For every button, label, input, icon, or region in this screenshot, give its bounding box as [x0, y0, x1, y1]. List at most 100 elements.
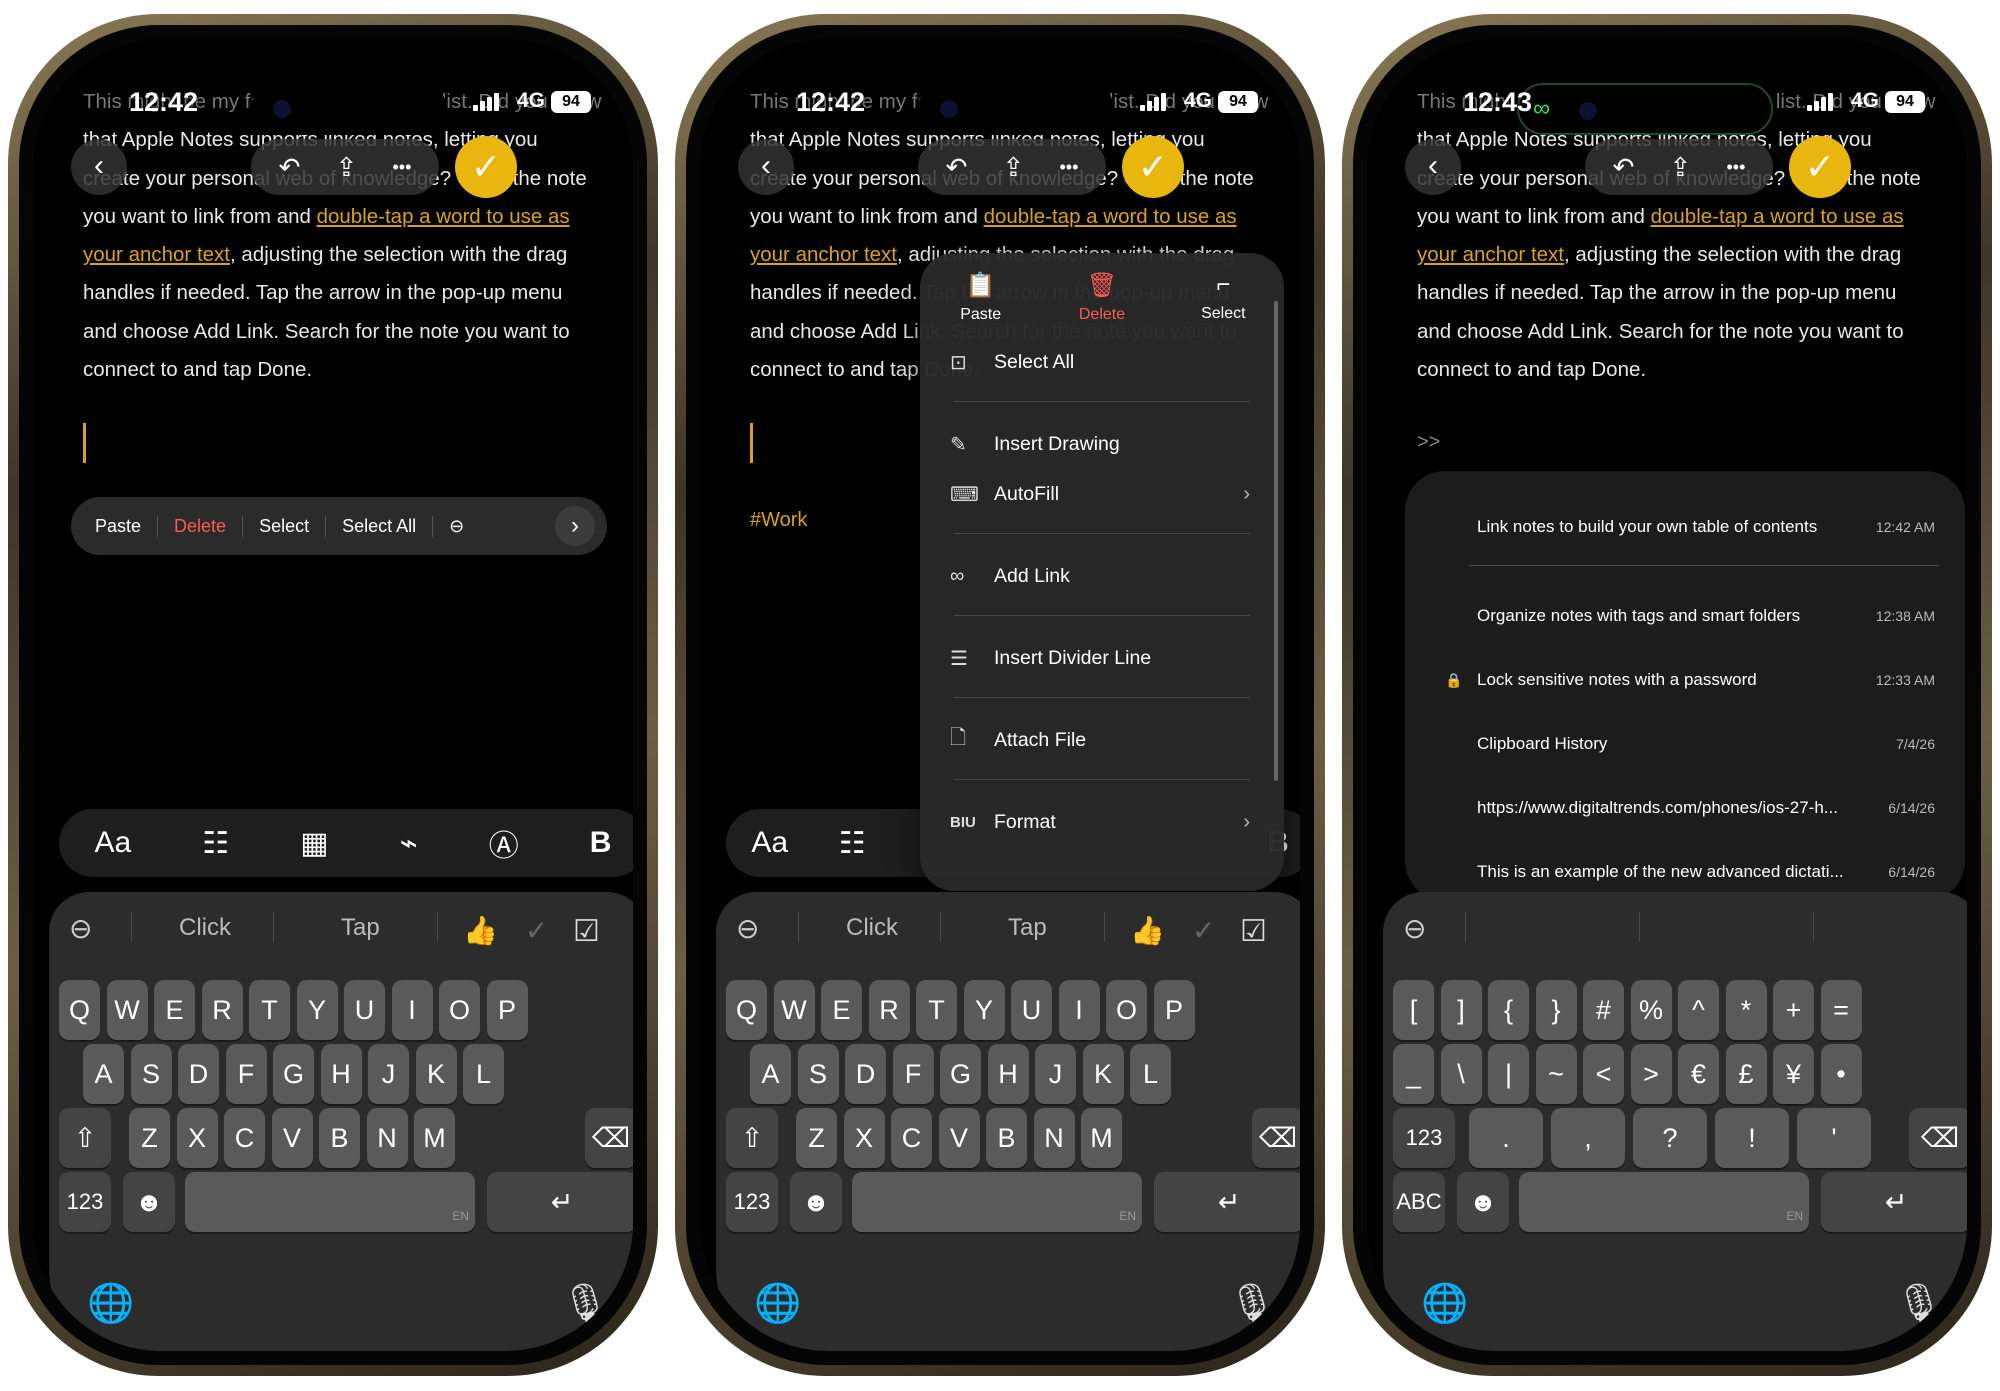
symbol-key[interactable]: }	[1535, 980, 1577, 1040]
key-n[interactable]: N	[366, 1108, 408, 1168]
writing-tools-icon[interactable]: ⊖	[69, 912, 92, 945]
note-tag[interactable]: #Work	[750, 509, 807, 532]
symbol-key[interactable]: ~	[1535, 1044, 1577, 1104]
microphone-icon[interactable]: 🎙	[561, 1282, 609, 1326]
more-icon[interactable]: •••	[1726, 157, 1745, 178]
key-u[interactable]: U	[344, 980, 385, 1040]
checklist-icon[interactable]: ☷	[202, 826, 229, 861]
globe-icon[interactable]: 🌐	[1421, 1282, 1468, 1326]
paste-button[interactable]: 📋 Paste	[931, 271, 1031, 324]
done-button[interactable]: ✓	[455, 136, 517, 198]
note-link-text[interactable]: your anchor text	[1417, 243, 1564, 266]
note-link-text[interactable]: your anchor text	[750, 243, 897, 266]
back-button[interactable]: ‹	[71, 139, 127, 195]
key-s[interactable]: S	[130, 1044, 172, 1104]
done-button[interactable]: ✓	[1122, 136, 1184, 198]
symbol-key[interactable]: \	[1440, 1044, 1482, 1104]
key-c[interactable]: C	[224, 1108, 265, 1168]
prediction-word[interactable]: Click	[179, 914, 231, 942]
more-icon[interactable]: •••	[1059, 157, 1078, 178]
menu-scrollbar[interactable]	[1274, 301, 1278, 781]
key-q[interactable]: Q	[726, 980, 767, 1040]
key-w[interactable]: W	[106, 980, 148, 1040]
share-icon[interactable]: ⇪	[1003, 152, 1025, 183]
key-m[interactable]: M	[414, 1108, 455, 1168]
attachment-icon[interactable]: ⌁	[400, 826, 418, 861]
key-o[interactable]: O	[1106, 980, 1147, 1040]
backspace-key[interactable]: ⌫	[585, 1108, 633, 1168]
symbol-key[interactable]: %	[1630, 980, 1672, 1040]
key-u[interactable]: U	[1011, 980, 1052, 1040]
symbol-key[interactable]: .	[1469, 1108, 1543, 1168]
key-q[interactable]: Q	[59, 980, 100, 1040]
key-z[interactable]: Z	[796, 1108, 837, 1168]
select-all-button[interactable]: Select All	[326, 515, 434, 537]
link-suggestion-item[interactable]: This is an example of the new advanced d…	[1445, 852, 1935, 892]
key-x[interactable]: X	[176, 1108, 218, 1168]
numbers-key[interactable]: 123	[726, 1172, 778, 1232]
symbol-key[interactable]: [	[1393, 980, 1434, 1040]
symbol-key[interactable]: £	[1725, 1044, 1767, 1104]
space-bar[interactable]: EN	[185, 1172, 475, 1232]
microphone-icon[interactable]: 🎙	[1895, 1282, 1943, 1326]
abc-key[interactable]: ABC	[1393, 1172, 1445, 1232]
key-f[interactable]: F	[892, 1044, 934, 1104]
key-k[interactable]: K	[1082, 1044, 1124, 1104]
symbol-key[interactable]: _	[1393, 1044, 1434, 1104]
bold-icon[interactable]: B	[590, 826, 612, 860]
delete-button[interactable]: 🗑 Delete	[1052, 271, 1152, 324]
globe-icon[interactable]: 🌐	[87, 1282, 134, 1326]
check-icon[interactable]: ✓	[525, 914, 548, 947]
shift-key[interactable]: ⇧	[726, 1108, 778, 1168]
checkbox-icon[interactable]: ☑	[1240, 914, 1267, 949]
backspace-key[interactable]: ⌫	[1909, 1108, 1967, 1168]
share-icon[interactable]: ⇪	[336, 152, 358, 183]
key-d[interactable]: D	[178, 1044, 219, 1104]
microphone-icon[interactable]: 🎙	[1228, 1282, 1276, 1326]
menu-item-insert-divider[interactable]: ☰ Insert Divider Line	[950, 633, 1250, 683]
emoji-key[interactable]: ☻	[1457, 1172, 1509, 1232]
key-f[interactable]: F	[225, 1044, 267, 1104]
thumbs-up-icon[interactable]: 👍	[463, 914, 498, 947]
symbol-key[interactable]: ,	[1551, 1108, 1625, 1168]
backspace-key[interactable]: ⌫	[1252, 1108, 1300, 1168]
key-k[interactable]: K	[415, 1044, 457, 1104]
shift-key[interactable]: ⇧	[59, 1108, 111, 1168]
return-key[interactable]: ↵	[487, 1172, 633, 1232]
prediction-word[interactable]: Click	[846, 914, 898, 942]
symbol-key[interactable]: ?	[1633, 1108, 1707, 1168]
key-b[interactable]: B	[319, 1108, 360, 1168]
symbol-key[interactable]: ¥	[1773, 1044, 1814, 1104]
note-link-text[interactable]: double-tap a word to use as	[1651, 205, 1904, 228]
table-icon[interactable]: ▦	[300, 826, 328, 861]
return-key[interactable]: ↵	[1154, 1172, 1300, 1232]
share-icon[interactable]: ⇪	[1670, 152, 1692, 183]
symbol-key[interactable]: !	[1715, 1108, 1789, 1168]
key-v[interactable]: V	[271, 1108, 313, 1168]
writing-tools-icon[interactable]: ⊖	[433, 516, 480, 537]
emoji-key[interactable]: ☻	[790, 1172, 842, 1232]
back-button[interactable]: ‹	[1405, 139, 1461, 195]
symbol-key[interactable]: <	[1583, 1044, 1624, 1104]
space-bar[interactable]: EN	[1519, 1172, 1809, 1232]
symbol-key[interactable]: {	[1488, 980, 1529, 1040]
more-options-button[interactable]: ›	[555, 506, 595, 546]
symbol-key[interactable]: ^	[1678, 980, 1719, 1040]
key-y[interactable]: Y	[963, 980, 1005, 1040]
symbol-key[interactable]: =	[1820, 980, 1862, 1040]
numbers-key[interactable]: 123	[1393, 1108, 1455, 1168]
key-g[interactable]: G	[940, 1044, 981, 1104]
menu-item-add-link[interactable]: ∞ Add Link	[950, 551, 1250, 601]
symbol-key[interactable]: €	[1678, 1044, 1719, 1104]
symbol-key[interactable]: +	[1773, 980, 1814, 1040]
key-v[interactable]: V	[938, 1108, 980, 1168]
key-p[interactable]: P	[1153, 980, 1195, 1040]
link-suggestion-item[interactable]: Link notes to build your own table of co…	[1445, 507, 1935, 547]
key-a[interactable]: A	[750, 1044, 791, 1104]
key-t[interactable]: T	[916, 980, 957, 1040]
menu-item-autofill[interactable]: ⌨ AutoFill ›	[950, 469, 1250, 519]
back-button[interactable]: ‹	[738, 139, 794, 195]
menu-item-attach-file[interactable]: 🗋 Attach File	[950, 715, 1250, 765]
return-key[interactable]: ↵	[1821, 1172, 1967, 1232]
key-h[interactable]: H	[987, 1044, 1029, 1104]
